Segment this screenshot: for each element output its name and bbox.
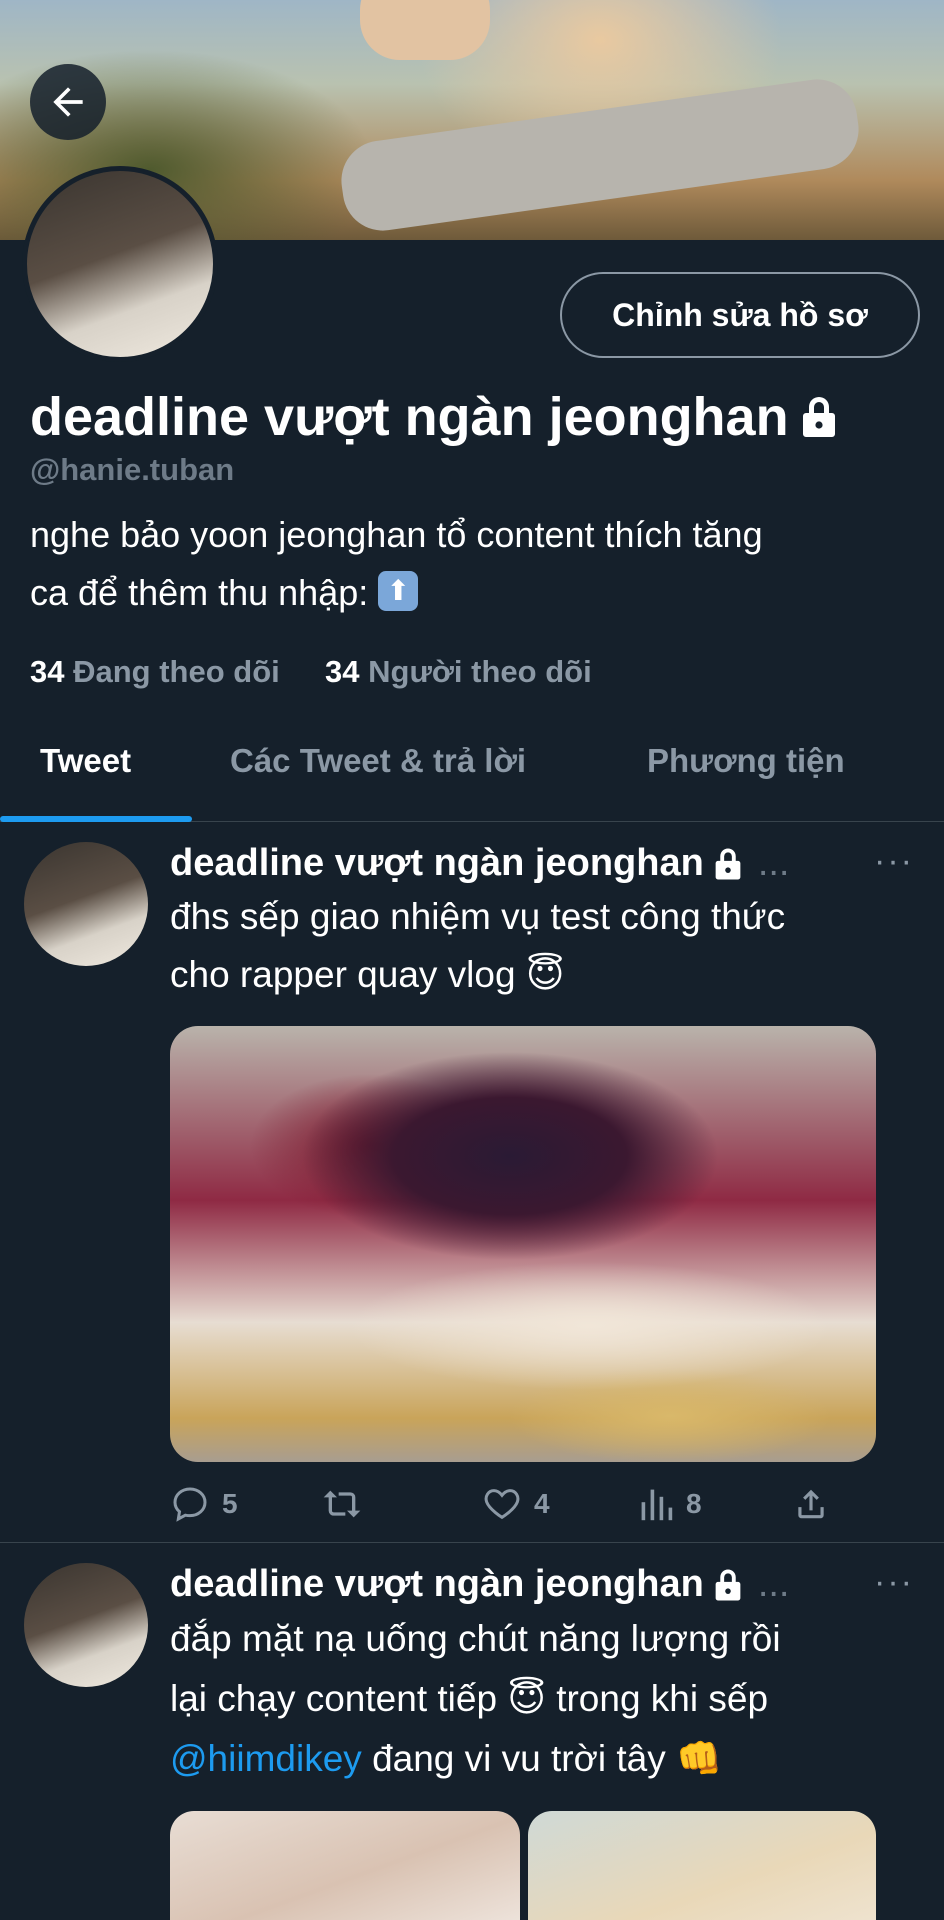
tab-tweets-replies[interactable]: Các Tweet & trả lời <box>230 742 526 780</box>
profile-tabs: Tweet Các Tweet & trả lời Phương tiện <box>0 720 944 822</box>
tweet-text-line: @hiimdikey đang vi vu trời tây 👊 <box>170 1729 910 1789</box>
display-name: deadline vượt ngàn jeonghan <box>30 386 839 448</box>
mention-link[interactable]: @hiimdikey <box>170 1738 362 1779</box>
profile-stats: 34 Đang theo dõi 34 Người theo dõi <box>30 654 592 690</box>
tweet-image[interactable] <box>170 1026 876 1462</box>
more-options-icon[interactable]: ··· <box>874 1563 914 1602</box>
tweet-text-line: đắp mặt nạ uống chút năng lượng rồi <box>170 1618 781 1659</box>
retweet-button[interactable] <box>320 1484 364 1524</box>
bio-line: ca để thêm thu nhập: ⬆ <box>30 564 920 622</box>
heart-icon <box>484 1489 520 1520</box>
following-label: Đang theo dõi <box>73 654 280 689</box>
following-count: 34 <box>30 654 65 689</box>
fist-emoji-icon: 👊 <box>676 1738 723 1779</box>
reply-count: 5 <box>222 1488 238 1519</box>
tweet-text-line: đhs sếp giao nhiệm vụ test công thức <box>170 896 786 937</box>
like-button[interactable]: 4 <box>482 1484 550 1524</box>
tweet-text-span: đang vi vu trời tây <box>372 1738 666 1779</box>
followers-label: Người theo dõi <box>368 654 592 689</box>
more-options-icon[interactable]: ··· <box>874 842 914 881</box>
up-arrow-emoji-icon: ⬆ <box>378 571 419 612</box>
tweet[interactable]: deadline vượt ngàn jeonghan ... ··· đhs … <box>0 822 944 1542</box>
bio-line-text: ca để thêm thu nhập: <box>30 572 369 613</box>
tweet-text-span: lại chạy content tiếp <box>170 1678 498 1719</box>
tweet-author[interactable]: deadline vượt ngàn jeonghan ... <box>170 842 790 885</box>
tweet-text-span: trong khi sếp <box>556 1678 769 1719</box>
profile-handle: @hanie.tuban <box>30 452 235 487</box>
edit-profile-button[interactable]: Chỉnh sửa hồ sơ <box>560 272 920 358</box>
analytics-icon <box>641 1489 673 1521</box>
banner-figure <box>336 74 864 236</box>
truncation-ellipsis: ... <box>757 1563 790 1605</box>
tweet-author-name: deadline vượt ngàn jeonghan <box>170 1563 704 1605</box>
tweet-actions: 5 4 8 <box>170 1484 910 1534</box>
lock-icon <box>715 848 741 879</box>
views-button[interactable]: 8 <box>638 1484 702 1524</box>
back-button[interactable] <box>30 64 106 140</box>
tab-tweets[interactable]: Tweet <box>40 742 131 780</box>
banner-figure-head <box>360 0 490 60</box>
arrow-left-icon <box>53 87 83 117</box>
lock-icon <box>802 397 835 437</box>
bio-line: nghe bảo yoon jeonghan tổ content thích … <box>30 514 763 555</box>
followers-count: 34 <box>325 654 360 689</box>
tweet-author[interactable]: deadline vượt ngàn jeonghan ... <box>170 1563 790 1606</box>
tweet-image[interactable] <box>170 1811 520 1920</box>
tab-media[interactable]: Phương tiện <box>647 742 845 780</box>
reply-button[interactable]: 5 <box>170 1484 238 1524</box>
angel-emoji-icon: 😇 <box>525 954 565 995</box>
tweet-text-span: cho rapper quay vlog <box>170 954 516 995</box>
view-count: 8 <box>686 1488 702 1519</box>
following-link[interactable]: 34 Đang theo dõi <box>30 654 288 689</box>
tweet-avatar[interactable] <box>24 1563 148 1687</box>
share-icon <box>798 1489 824 1519</box>
followers-link[interactable]: 34 Người theo dõi <box>325 654 592 689</box>
like-count: 4 <box>534 1488 550 1519</box>
share-button[interactable] <box>792 1484 830 1524</box>
reply-icon <box>173 1487 207 1522</box>
profile-bio: nghe bảo yoon jeonghan tổ content thích … <box>30 506 920 622</box>
angel-emoji-icon: 😇 <box>507 1678 546 1719</box>
tweet-avatar[interactable] <box>24 842 148 966</box>
cheesecake-photo <box>170 1026 876 1462</box>
tweet-author-name: deadline vượt ngàn jeonghan <box>170 842 704 884</box>
tweet-text-line: cho rapper quay vlog 😇 <box>170 946 910 1004</box>
retweet-icon <box>323 1490 361 1518</box>
tweet-text: đắp mặt nạ uống chút năng lượng rồi lại … <box>170 1609 910 1789</box>
tweet[interactable]: deadline vượt ngàn jeonghan ... ··· đắp … <box>0 1543 944 1920</box>
display-name-text: deadline vượt ngàn jeonghan <box>30 387 789 447</box>
profile-avatar[interactable] <box>22 166 218 362</box>
tweet-image[interactable] <box>528 1811 876 1920</box>
lock-icon <box>715 1569 741 1600</box>
tweet-text: đhs sếp giao nhiệm vụ test công thức cho… <box>170 888 910 1004</box>
truncation-ellipsis: ... <box>757 842 790 884</box>
tweet-text-line: lại chạy content tiếp 😇 trong khi sếp <box>170 1669 910 1729</box>
